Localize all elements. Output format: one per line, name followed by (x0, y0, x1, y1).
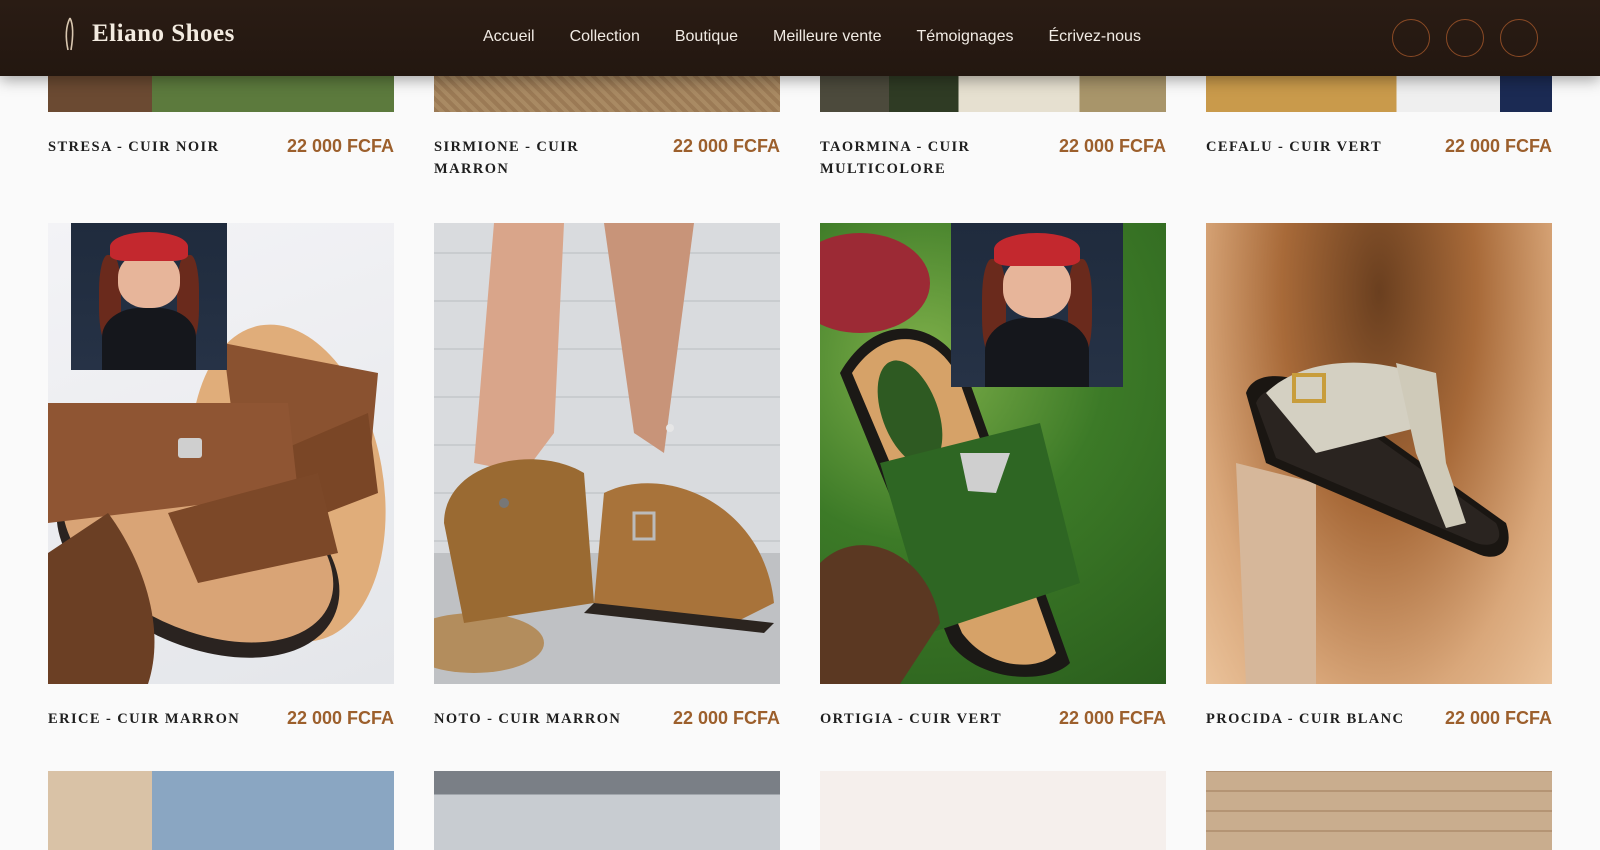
nav-ecrivez-nous[interactable]: Écrivez-nous (1048, 28, 1140, 46)
product-title[interactable]: ORTIGIA - CUIR VERT (820, 708, 1050, 730)
portrait-image (951, 223, 1123, 387)
product-price: 22 000 FCFA (1444, 708, 1552, 728)
product-price: 22 000 FCFA (1444, 136, 1552, 156)
product-card: TAORMINA - CUIR MULTICOLORE 22 000 FCFA (820, 136, 1166, 186)
brand-name: Eliano Shoes (92, 20, 235, 47)
product-title[interactable]: SIRMIONE - CUIR MARRON (434, 136, 634, 180)
shoe-logo-icon (65, 17, 74, 51)
product-title[interactable]: CEFALU - CUIR VERT (1206, 136, 1416, 158)
clog-image (434, 223, 780, 684)
search-icon[interactable] (1392, 19, 1430, 57)
product-image[interactable] (1206, 771, 1552, 850)
product-title[interactable]: NOTO - CUIR MARRON (434, 708, 664, 730)
main-nav: Accueil Collection Boutique Meilleure ve… (483, 28, 1176, 46)
product-price: 22 000 FCFA (1058, 136, 1166, 156)
nav-temoignages[interactable]: Témoignages (917, 28, 1014, 46)
product-price: 22 000 FCFA (286, 136, 394, 156)
brand[interactable]: Eliano Shoes (60, 14, 235, 54)
nav-meilleure-vente[interactable]: Meilleure vente (773, 28, 882, 46)
product-price: 22 000 FCFA (286, 708, 394, 728)
nav-accueil[interactable]: Accueil (483, 28, 535, 46)
product-title[interactable]: ERICE - CUIR MARRON (48, 708, 278, 730)
nav-collection[interactable]: Collection (570, 28, 640, 46)
product-title[interactable]: PROCIDA - CUIR BLANC (1206, 708, 1436, 730)
thong-sandal-image (1236, 362, 1509, 684)
header-actions (1376, 19, 1538, 57)
product-price: 22 000 FCFA (672, 136, 780, 156)
product-card: PROCIDA - CUIR BLANC 22 000 FCFA (1206, 708, 1552, 738)
product-card: STRESA - CUIR NOIR 22 000 FCFA (48, 136, 394, 186)
product-title[interactable]: TAORMINA - CUIR MULTICOLORE (820, 136, 1020, 180)
product-image-ortigia[interactable] (820, 223, 1166, 684)
site-header: Eliano Shoes Accueil Collection Boutique… (0, 0, 1600, 76)
product-card: CEFALU - CUIR VERT 22 000 FCFA (1206, 136, 1552, 186)
cart-icon[interactable] (1500, 19, 1538, 57)
product-image[interactable] (820, 771, 1166, 850)
nav-boutique[interactable]: Boutique (675, 28, 738, 46)
product-card: SIRMIONE - CUIR MARRON 22 000 FCFA (434, 136, 780, 186)
product-image[interactable] (48, 771, 394, 850)
user-icon[interactable] (1446, 19, 1484, 57)
product-image[interactable] (434, 771, 780, 850)
product-card: ERICE - CUIR MARRON 22 000 FCFA (48, 708, 394, 738)
product-title[interactable]: STRESA - CUIR NOIR (48, 136, 258, 158)
portrait-image (71, 223, 227, 370)
product-price: 22 000 FCFA (672, 708, 780, 728)
product-image-noto[interactable] (434, 223, 780, 684)
product-card: ORTIGIA - CUIR VERT 22 000 FCFA (820, 708, 1166, 738)
product-card: NOTO - CUIR MARRON 22 000 FCFA (434, 708, 780, 738)
product-image-erice[interactable] (48, 223, 394, 684)
product-price: 22 000 FCFA (1058, 708, 1166, 728)
product-image-procida[interactable] (1206, 223, 1552, 684)
